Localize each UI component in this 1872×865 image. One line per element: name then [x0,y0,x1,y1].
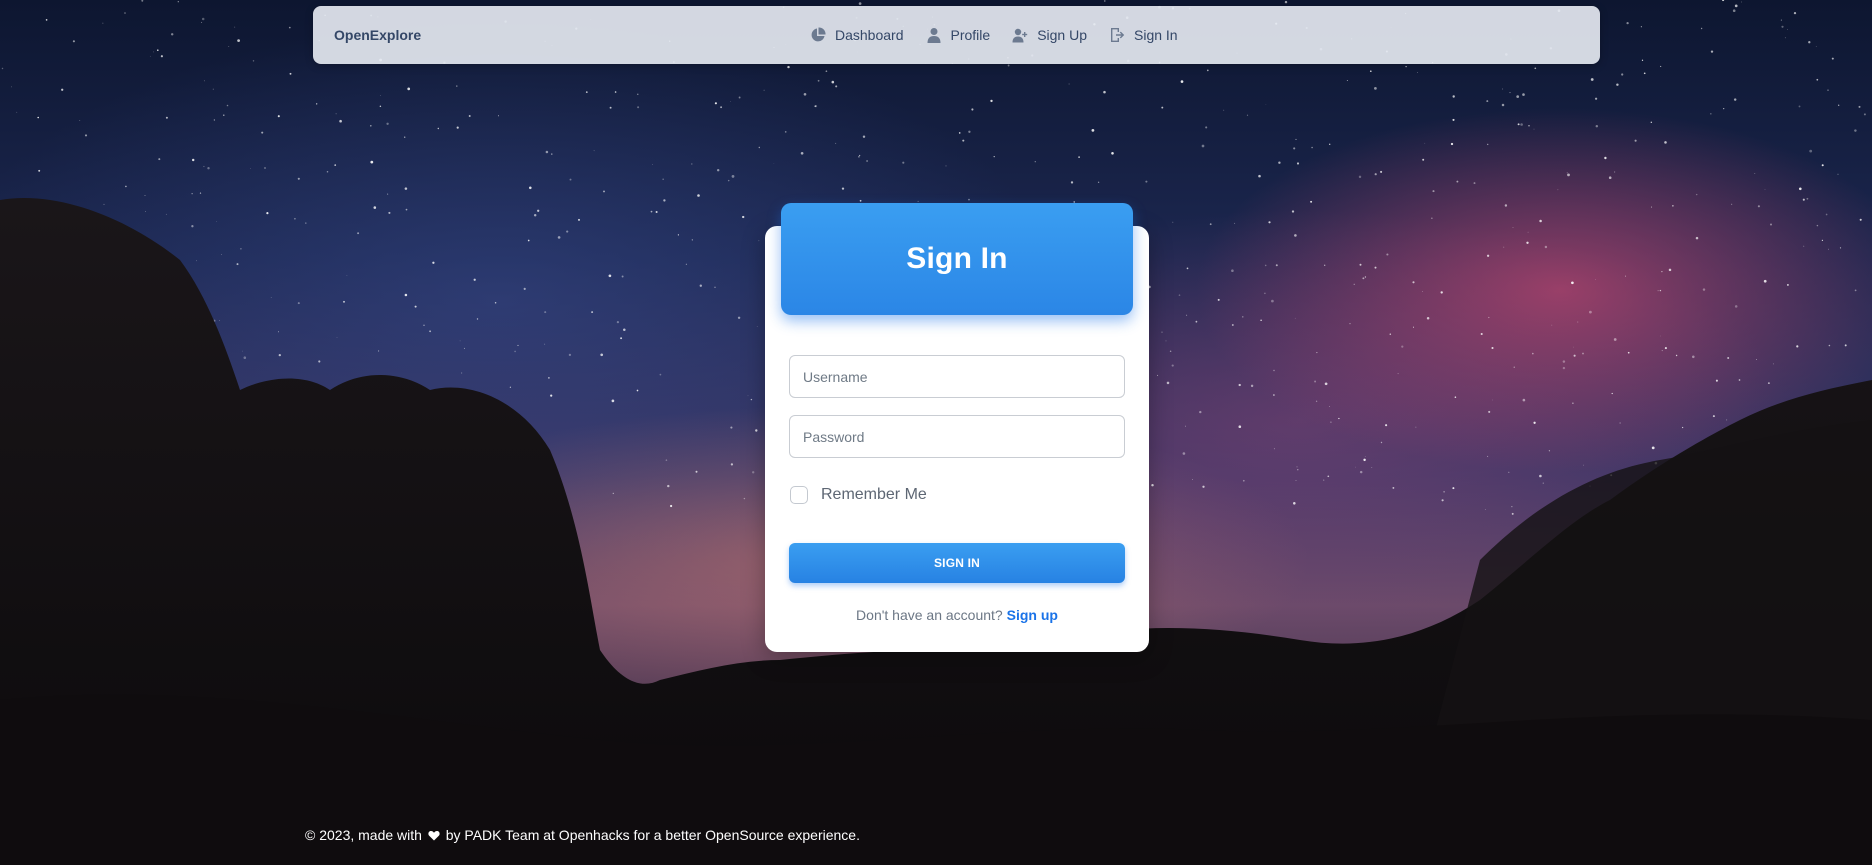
sign-in-button[interactable]: SIGN IN [789,543,1125,583]
sign-in-card-header: Sign In [781,203,1133,315]
brand-logo-text[interactable]: OpenExplore [334,6,421,64]
username-input[interactable] [789,355,1125,398]
nav-link-dashboard[interactable]: Dashboard [810,27,904,43]
heart-icon [428,831,440,841]
nav-link-label: Sign In [1134,27,1178,43]
no-account-text: Don't have an account? [856,607,1003,623]
navbar: OpenExplore Dashboard Profile Sign Up Si… [313,6,1600,64]
footer-prefix: © 2023, made with [305,827,422,843]
nav-link-profile[interactable]: Profile [926,27,991,43]
person-icon [927,28,940,43]
person-add-icon [1012,28,1028,43]
signup-prompt: Don't have an account? Sign up [765,607,1149,623]
sign-up-link[interactable]: Sign up [1007,607,1058,623]
password-input[interactable] [789,415,1125,458]
nav-link-sign-up[interactable]: Sign Up [1012,27,1087,43]
footer-suffix: by PADK Team at Openhacks for a better O… [445,827,860,843]
remember-me-label[interactable]: Remember Me [821,486,927,504]
nav-link-label: Sign Up [1037,27,1087,43]
login-icon [1111,28,1125,42]
nav-link-sign-in[interactable]: Sign In [1109,27,1178,43]
remember-me-checkbox[interactable] [790,486,808,504]
nav-link-label: Profile [950,27,991,43]
remember-me-row: Remember Me [790,486,927,504]
footer-credit: © 2023, made with by PADK Team at Openha… [305,827,860,843]
card-title: Sign In [906,242,1008,275]
pie-chart-icon [811,27,826,42]
nav-link-label: Dashboard [835,27,904,43]
nav-links: Dashboard Profile Sign Up Sign In [810,6,1200,64]
